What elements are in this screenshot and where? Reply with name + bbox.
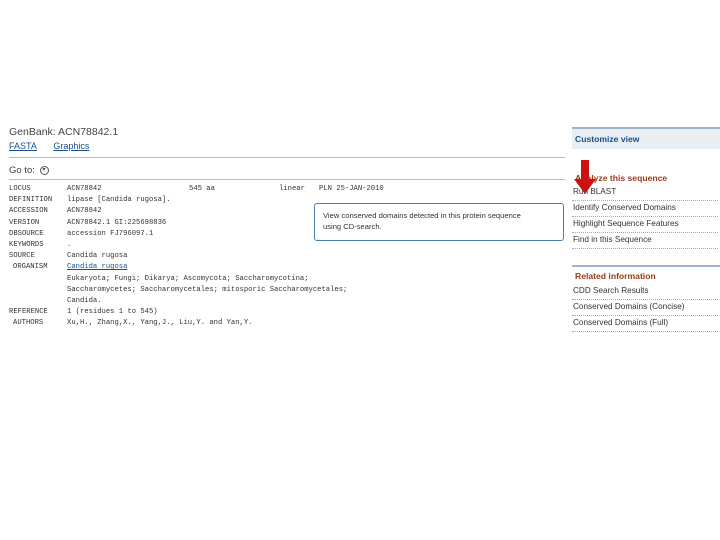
keywords-value: .: [67, 240, 72, 249]
find-in-sequence-label: Find in this Sequence: [573, 235, 652, 244]
lineage-line: Eukaryota; Fungi; Dikarya; Ascomycota; S…: [67, 274, 309, 283]
accession-value: ACN78842: [67, 207, 102, 216]
version-value: ACN78842.1 GI:225698836: [67, 218, 167, 227]
keywords-key: KEYWORDS: [9, 240, 44, 249]
tooltip-line: using CD-search.: [323, 222, 382, 231]
organism-link[interactable]: Candida rugosa: [67, 263, 127, 271]
tooltip-line: View conserved domains detected in this …: [323, 211, 521, 220]
definition-key: DEFINITION: [9, 196, 53, 205]
page-title: GenBank: ACN78842.1: [9, 126, 119, 138]
format-links: FASTA Graphics: [9, 141, 103, 151]
related-section-title: Related information: [575, 271, 656, 281]
locus-molecule: linear: [279, 185, 305, 193]
highlight-sequence-features-link[interactable]: Highlight Sequence Features: [572, 216, 718, 233]
identify-conserved-domains-link[interactable]: Identify Conserved Domains: [572, 200, 718, 217]
identify-conserved-domains-label: Identify Conserved Domains: [573, 203, 676, 212]
source-value: Candida rugosa: [67, 252, 128, 261]
version-key: VERSION: [9, 218, 40, 227]
reference-key: REFERENCE: [9, 308, 48, 317]
authors-key: AUTHORS: [13, 319, 44, 328]
conserved-domains-full-link[interactable]: Conserved Domains (Full): [572, 315, 718, 332]
locus-date: PLN 25-JAN-2010: [319, 185, 384, 193]
conserved-domains-full-label: Conserved Domains (Full): [573, 318, 669, 327]
cdd-search-results-link[interactable]: CDD Search Results: [572, 283, 718, 300]
locus-key: LOCUS: [9, 185, 31, 193]
goto-label: Go to:: [9, 165, 35, 176]
divider: [9, 157, 565, 158]
locus-length: 545 aa: [189, 185, 215, 193]
customize-view-title[interactable]: Customize view: [575, 134, 639, 144]
conserved-domains-concise-label: Conserved Domains (Concise): [573, 302, 685, 311]
goto-menu[interactable]: Go to: ▾: [9, 165, 49, 176]
section-divider: [572, 265, 720, 267]
locus-name: ACN78842: [67, 185, 102, 193]
red-arrow-icon: [574, 160, 596, 194]
conserved-domains-concise-link[interactable]: Conserved Domains (Concise): [572, 299, 718, 316]
cdd-search-results-label: CDD Search Results: [573, 286, 649, 295]
circle-down-icon[interactable]: ▾: [39, 165, 49, 175]
accession-key: ACCESSION: [9, 207, 48, 216]
highlight-sequence-features-label: Highlight Sequence Features: [573, 219, 679, 228]
authors-value: Xu,H., Zhang,X., Yang,J., Liu,Y. and Yan…: [67, 319, 253, 328]
dbsource-key: DBSOURCE: [9, 229, 44, 238]
reference-value: 1 (residues 1 to 545): [67, 308, 158, 317]
cd-search-tooltip: View conserved domains detected in this …: [314, 203, 564, 241]
lineage-line: Saccharomycetes; Saccharomycetales; mito…: [67, 285, 348, 294]
graphics-link[interactable]: Graphics: [53, 141, 89, 151]
divider: [9, 179, 565, 180]
find-in-sequence-link[interactable]: Find in this Sequence: [572, 232, 718, 249]
dbsource-value: accession FJ796097.1: [67, 229, 154, 238]
lineage-line: Candida.: [67, 296, 102, 305]
organism-key: ORGANISM: [13, 263, 48, 272]
source-key: SOURCE: [9, 252, 35, 261]
definition-value: lipase [Candida rugosa].: [67, 196, 171, 205]
fasta-link[interactable]: FASTA: [9, 141, 37, 151]
